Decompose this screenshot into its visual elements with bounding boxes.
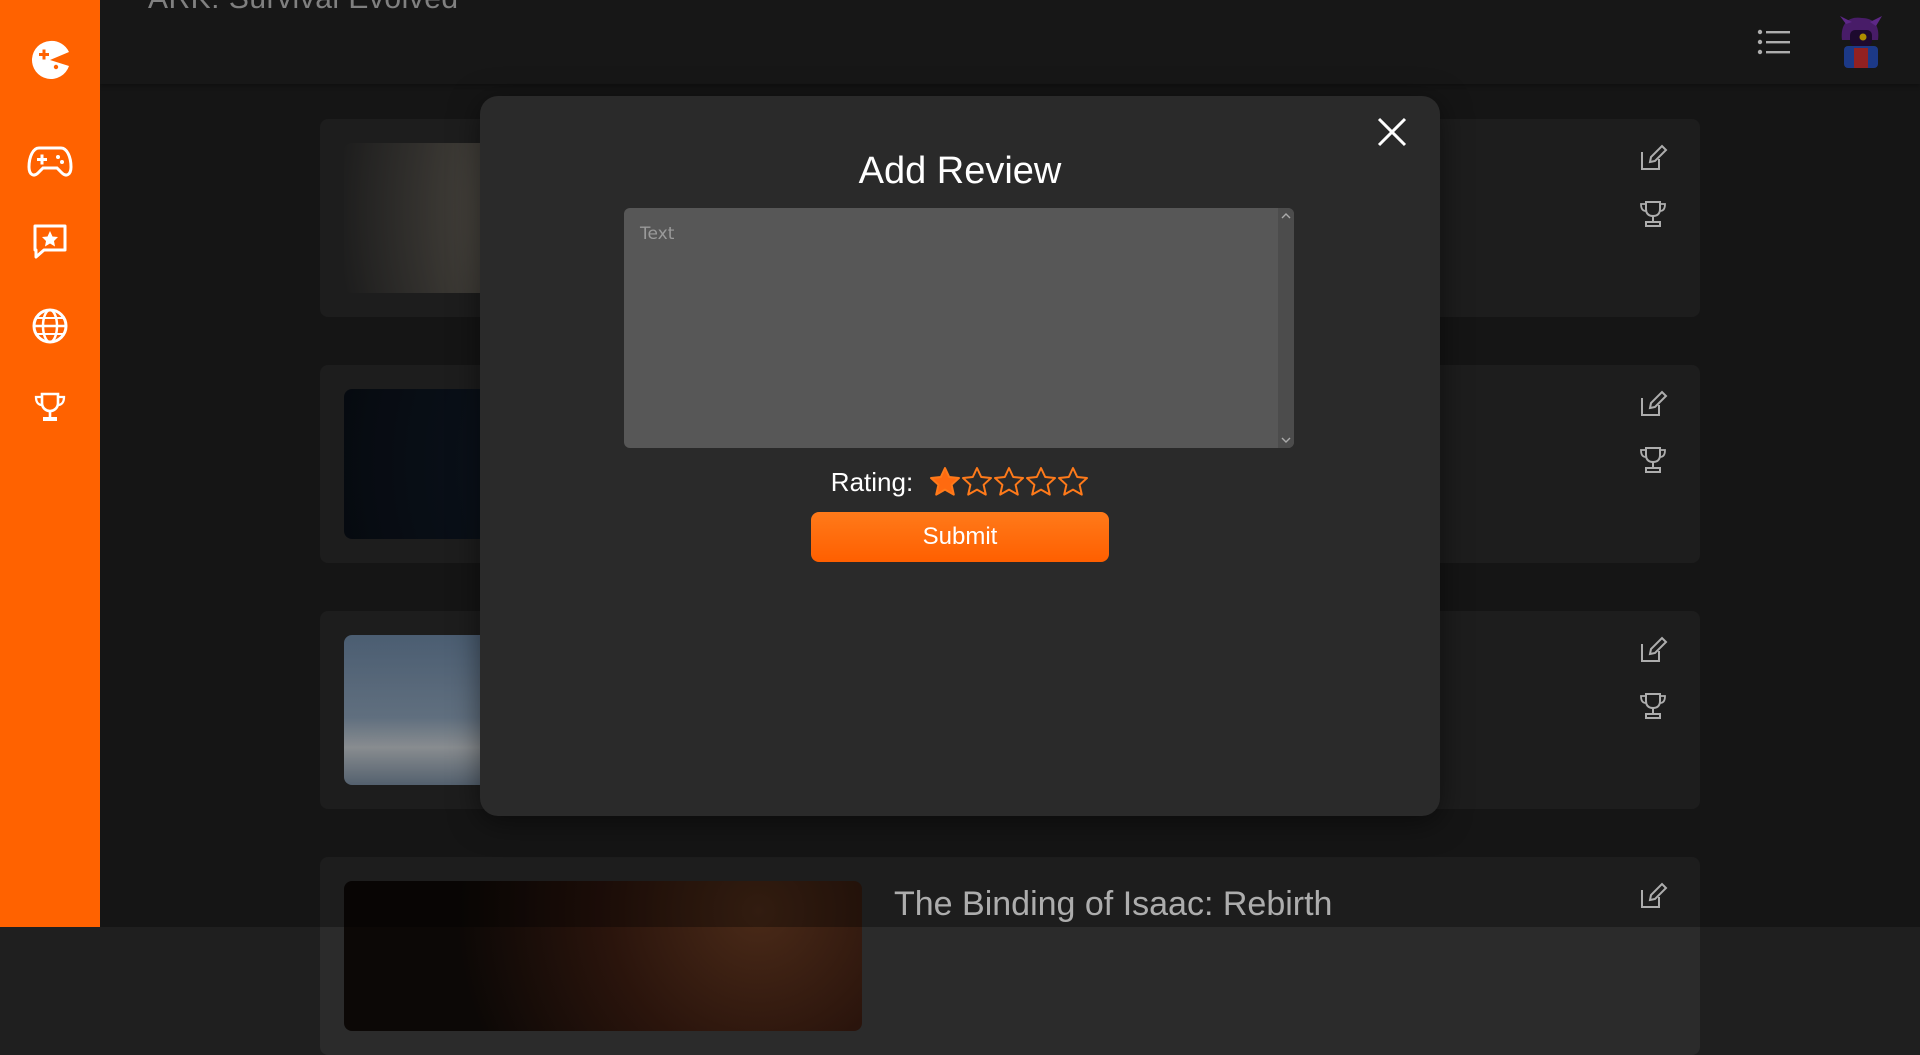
star-empty-icon[interactable] — [1025, 466, 1057, 498]
globe-icon[interactable] — [22, 298, 78, 354]
close-icon[interactable] — [1372, 112, 1412, 152]
sidebar — [0, 0, 100, 927]
trophy-icon[interactable] — [22, 380, 78, 436]
gamepad-icon[interactable] — [22, 134, 78, 190]
scroll-up-icon[interactable] — [1278, 208, 1294, 224]
modal-title: Add Review — [858, 150, 1062, 192]
star-empty-icon[interactable] — [961, 466, 993, 498]
add-review-modal: Add Review Rating: Submit — [480, 96, 1440, 816]
rating-label: Rating: — [830, 466, 914, 497]
scroll-down-icon[interactable] — [1278, 432, 1294, 448]
star-empty-icon[interactable] — [1057, 466, 1089, 498]
submit-button[interactable]: Submit — [811, 512, 1109, 562]
pacman-logo-icon[interactable] — [22, 32, 78, 88]
rating-row: Rating: — [480, 466, 1440, 498]
star-empty-icon[interactable] — [993, 466, 1025, 498]
star-filled-icon[interactable] — [929, 466, 961, 498]
star-message-icon[interactable] — [22, 214, 78, 270]
scrollbar[interactable] — [1278, 208, 1294, 448]
review-text-input[interactable] — [624, 208, 1294, 448]
star-rating[interactable] — [929, 466, 1089, 498]
